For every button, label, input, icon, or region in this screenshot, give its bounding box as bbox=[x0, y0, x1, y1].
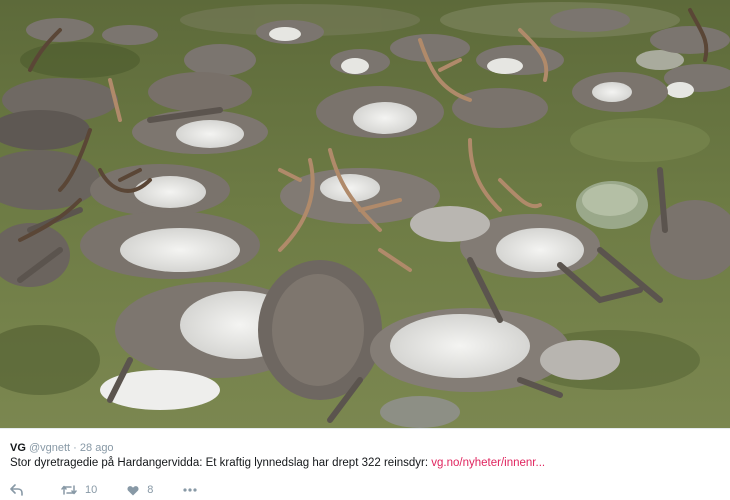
reply-button[interactable] bbox=[10, 484, 31, 496]
retweet-count: 10 bbox=[85, 484, 98, 496]
tweet-link[interactable]: vg.no/nyheter/innenr... bbox=[431, 457, 545, 469]
like-button[interactable]: 8 bbox=[127, 484, 153, 496]
tweet-actions: 10 8 bbox=[10, 482, 720, 498]
tweet-photo[interactable] bbox=[0, 0, 730, 428]
more-icon bbox=[183, 488, 197, 492]
more-button[interactable] bbox=[183, 488, 205, 492]
tweet-text: Stor dyretragedie på Hardangervidda: Et … bbox=[10, 456, 720, 470]
reply-icon bbox=[10, 484, 23, 496]
reindeer-photo-image bbox=[0, 0, 730, 428]
tweet: VG @vgnett · 28 ago Stor dyretragedie på… bbox=[0, 428, 730, 500]
tweet-timestamp[interactable]: 28 ago bbox=[80, 442, 114, 454]
tweet-body: Stor dyretragedie på Hardangervidda: Et … bbox=[10, 457, 432, 469]
heart-icon bbox=[127, 485, 139, 495]
author-handle[interactable]: @vgnett bbox=[29, 442, 70, 454]
retweet-icon bbox=[61, 485, 77, 495]
tweet-header: VG @vgnett · 28 ago bbox=[10, 441, 720, 455]
author-name[interactable]: VG bbox=[10, 442, 26, 454]
header-separator: · bbox=[73, 442, 77, 454]
retweet-button[interactable]: 10 bbox=[61, 484, 97, 496]
like-count: 8 bbox=[147, 484, 154, 496]
